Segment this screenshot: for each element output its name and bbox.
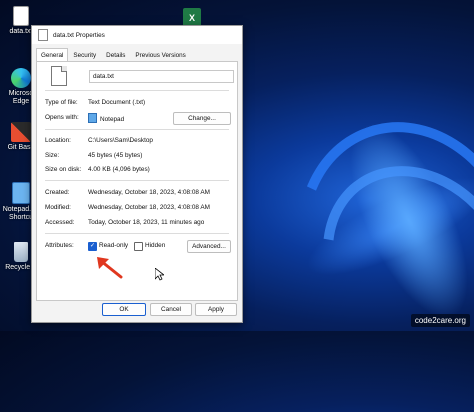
edge-icon [11, 68, 31, 88]
recycle-bin-icon [14, 242, 28, 262]
general-panel: data.txt Type of file: Text Document (.t… [36, 61, 238, 301]
hidden-label: Hidden [145, 242, 166, 249]
created-label: Created: [45, 189, 70, 196]
text-file-icon [13, 6, 29, 26]
type-label: Type of file: [45, 99, 78, 106]
accessed-value: Today, October 18, 2023, 11 minutes ago [88, 219, 205, 226]
divider [45, 90, 229, 91]
created-value: Wednesday, October 18, 2023, 4:08:08 AM [88, 189, 210, 196]
size-value: 45 bytes (45 bytes) [88, 152, 143, 159]
divider [45, 233, 229, 234]
advanced-button[interactable]: Advanced... [187, 240, 231, 253]
size-on-disk-label: Size on disk: [45, 166, 82, 173]
modified-value: Wednesday, October 18, 2023, 4:08:08 AM [88, 204, 210, 211]
location-label: Location: [45, 137, 71, 144]
desktop-icon-label: data.txt [9, 28, 33, 35]
size-label: Size: [45, 152, 60, 159]
dialog-titlebar[interactable]: data.txt Properties [32, 26, 242, 44]
hidden-checkbox[interactable] [134, 242, 143, 251]
location-value: C:\Users\Sam\Desktop [88, 137, 153, 144]
watermark: code2care.org [410, 314, 470, 327]
text-file-large-icon [51, 66, 67, 86]
notepad-icon [88, 113, 97, 123]
readonly-label: Read-only [99, 242, 129, 249]
divider [45, 129, 229, 130]
ok-button[interactable]: OK [102, 303, 146, 316]
desktop-icon-label: Microso Edge [8, 90, 34, 105]
opens-with-label: Opens with: [45, 114, 79, 121]
cancel-button[interactable]: Cancel [150, 303, 192, 316]
dialog-title: data.txt Properties [53, 31, 105, 39]
git-bash-icon [11, 122, 31, 142]
apply-button[interactable]: Apply [195, 303, 237, 316]
notepad-shortcut-icon [12, 182, 30, 204]
filename-field[interactable]: data.txt [89, 70, 234, 83]
divider [45, 180, 229, 181]
annotation-arrow-icon [97, 257, 123, 279]
properties-dialog: data.txt Properties General Security Det… [31, 25, 243, 323]
size-on-disk-value: 4.00 KB (4,096 bytes) [88, 166, 150, 173]
change-button[interactable]: Change... [173, 112, 231, 125]
attributes-label: Attributes: [45, 242, 74, 249]
accessed-label: Accessed: [45, 219, 75, 226]
type-value: Text Document (.txt) [88, 99, 146, 106]
modified-label: Modified: [45, 204, 71, 211]
opens-with-value: Notepad [88, 113, 124, 123]
file-icon [38, 29, 48, 41]
mouse-cursor-icon [155, 268, 164, 281]
opens-with-app: Notepad [100, 116, 125, 123]
readonly-checkbox[interactable]: ✓ [88, 242, 97, 251]
